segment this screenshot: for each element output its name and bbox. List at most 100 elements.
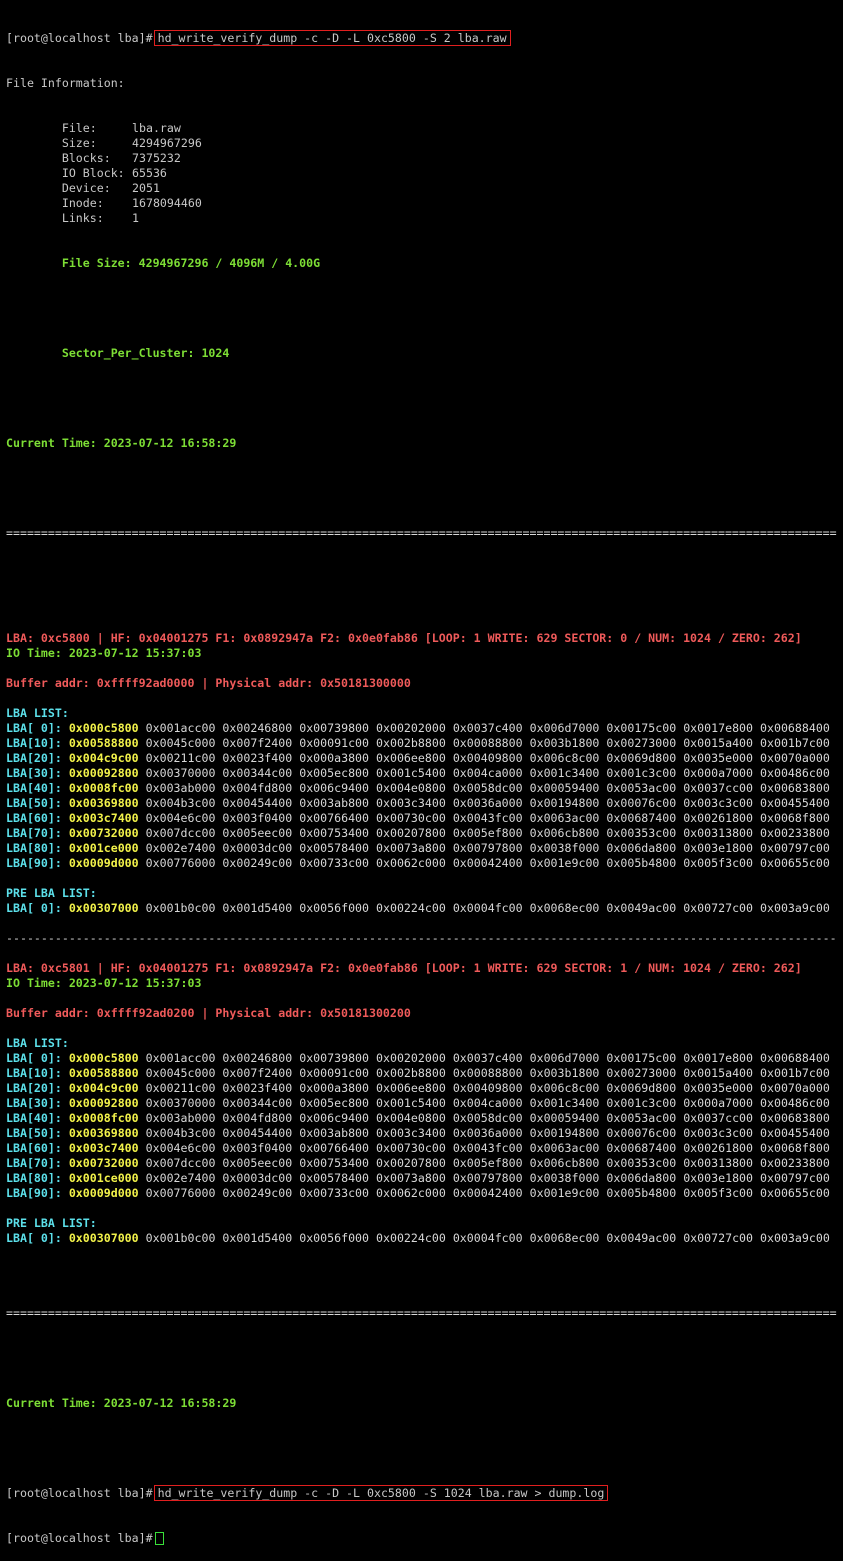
file-size-line: File Size: 4294967296 / 4096M / 4.00G <box>6 256 321 270</box>
lba-value: 0x006da800 <box>606 1171 677 1185</box>
lba-value: 0x0038f000 <box>529 1171 600 1185</box>
lba-value: 0x002b8800 <box>376 1066 446 1080</box>
lba-value: 0x001c3c00 <box>606 766 677 780</box>
lba-row: LBA[60]: 0x003c7400 0x004e6c00 0x003f040… <box>6 811 843 826</box>
lba-value: 0x0056f000 <box>299 1231 370 1245</box>
lba-value: 0x006c9400 <box>299 1111 370 1125</box>
lba-value: 0x00059400 <box>529 781 600 795</box>
lba-value: 0x001e9c00 <box>529 1186 600 1200</box>
lba-value: 0x0015a400 <box>683 736 754 750</box>
lba-row-label: LBA[ 0]: <box>6 1051 62 1065</box>
lba-value: 0x00091c00 <box>299 736 370 750</box>
lba-value: 0x00733c00 <box>299 856 370 870</box>
lba-value: 0x00233800 <box>760 1156 830 1170</box>
file-info-row: Size: 4294967296 <box>6 136 843 151</box>
lba-row: LBA[70]: 0x00732000 0x007dcc00 0x005eec0… <box>6 826 843 841</box>
lba-value: 0x001ce000 <box>68 841 139 855</box>
lba-value: 0x003b1800 <box>529 736 600 750</box>
lba-value: 0x0017e800 <box>683 1051 754 1065</box>
lba-value: 0x0049ac00 <box>606 901 677 915</box>
lba-value: 0x00088800 <box>452 1066 523 1080</box>
lba-value: 0x00683800 <box>760 781 830 795</box>
lba-value: 0x0043fc00 <box>452 1141 523 1155</box>
lba-value: 0x003ab000 <box>145 1111 216 1125</box>
lba-value: 0x0037c400 <box>452 1051 523 1065</box>
command-line-3: [root@localhost lba]# <box>6 1531 843 1546</box>
lba-value: 0x00766400 <box>299 811 370 825</box>
sector-per-cluster-line: Sector_Per_Cluster: 1024 <box>6 346 230 360</box>
lba-value: 0x0073a800 <box>376 1171 446 1185</box>
lba-value: 0x001c3c00 <box>606 1096 677 1110</box>
lba-value: 0x00211c00 <box>145 1081 216 1095</box>
lba-value: 0x00687400 <box>606 811 677 825</box>
lba-value: 0x000a3800 <box>299 751 370 765</box>
lba-value: 0x00175c00 <box>606 721 677 735</box>
lba-value: 0x004e6c00 <box>145 1141 216 1155</box>
lba-value: 0x00091c00 <box>299 1066 370 1080</box>
lba-value: 0x00688400 <box>760 1051 830 1065</box>
lba-value: 0x00733c00 <box>299 1186 370 1200</box>
lba-value: 0x000a3800 <box>299 1081 370 1095</box>
lba-value: 0x002b8800 <box>376 736 446 750</box>
lba-value: 0x006c8c00 <box>529 1081 600 1095</box>
file-info-list: File: lba.raw Size: 4294967296 Blocks: 7375… <box>6 121 843 226</box>
lba-value: 0x00369800 <box>68 1126 139 1140</box>
lba-value: 0x0023f400 <box>222 1081 293 1095</box>
lba-row-label: LBA[40]: <box>6 781 62 795</box>
lba-value: 0x003c7400 <box>68 811 139 825</box>
lba-value: 0x004c9c00 <box>68 1081 139 1095</box>
lba-value: 0x00224c00 <box>376 1231 446 1245</box>
command-text-highlighted[interactable]: hd_write_verify_dump -c -D -L 0xc5800 -S… <box>153 1485 609 1501</box>
lba-row-label: LBA[20]: <box>6 1081 62 1095</box>
lba-value: 0x0053ac00 <box>606 781 677 795</box>
lba-row-label: LBA[90]: <box>6 1186 62 1200</box>
current-time-line-end: Current Time: 2023-07-12 16:58:29 <box>6 1396 237 1410</box>
lba-row: LBA[80]: 0x001ce000 0x002e7400 0x0003dc0… <box>6 1171 843 1186</box>
lba-value: 0x00307000 <box>68 901 139 915</box>
lba-value: 0x004c9c00 <box>68 751 139 765</box>
lba-value: 0x00655c00 <box>760 856 830 870</box>
lba-row: LBA[10]: 0x00588800 0x0045c000 0x007f240… <box>6 1066 843 1081</box>
lba-value: 0x0017e800 <box>683 721 754 735</box>
lba-value: 0x0069d800 <box>606 751 677 765</box>
lba-value: 0x006d7000 <box>529 721 600 735</box>
lba-value: 0x005b4800 <box>606 856 677 870</box>
lba-row-label: LBA[20]: <box>6 751 62 765</box>
lba-value: 0x0008fc00 <box>68 1111 139 1125</box>
lba-value: 0x0003dc00 <box>222 841 293 855</box>
lba-value: 0x00732000 <box>68 826 139 840</box>
lba-value: 0x00776000 <box>145 1186 216 1200</box>
file-info-label: IO Block: <box>6 166 125 180</box>
lba-value: 0x005ef800 <box>452 1156 523 1170</box>
lba-value: 0x00578400 <box>299 841 370 855</box>
command-text-highlighted[interactable]: hd_write_verify_dump -c -D -L 0xc5800 -S… <box>153 30 511 46</box>
lba-value: 0x006da800 <box>606 841 677 855</box>
lba-value: 0x0037c400 <box>452 721 523 735</box>
lba-value: 0x00727c00 <box>683 901 754 915</box>
lba-row-label: LBA[10]: <box>6 1066 62 1080</box>
lba-value: 0x0069d800 <box>606 1081 677 1095</box>
terminal-window[interactable]: [root@localhost lba]# hd_write_verify_dum… <box>0 0 843 1561</box>
lba-value: 0x0058dc00 <box>452 1111 523 1125</box>
lba-row: LBA[30]: 0x00092800 0x00370000 0x00344c0… <box>6 766 843 781</box>
lba-block: LBA: 0xc5801 | HF: 0x04001275 F1: 0x0892… <box>6 961 843 1261</box>
lba-value: 0x0045c000 <box>145 736 216 750</box>
lba-value: 0x00076c00 <box>606 796 677 810</box>
lba-value: 0x00797c00 <box>760 841 830 855</box>
lba-value: 0x004e6c00 <box>145 811 216 825</box>
lba-value: 0x005eec00 <box>222 826 293 840</box>
lba-value: 0x00455400 <box>760 796 830 810</box>
lba-value: 0x0023f400 <box>222 751 293 765</box>
io-time-line: IO Time: 2023-07-12 15:37:03 <box>6 646 202 660</box>
lba-row-label: LBA[30]: <box>6 1096 62 1110</box>
lba-value: 0x0036a000 <box>452 1126 523 1140</box>
lba-value: 0x00273000 <box>606 736 677 750</box>
lba-blocks: LBA: 0xc5800 | HF: 0x04001275 F1: 0x0892… <box>6 631 843 1261</box>
lba-value: 0x003b1800 <box>529 1066 600 1080</box>
lba-value: 0x00766400 <box>299 1141 370 1155</box>
lba-value: 0x00454400 <box>222 1126 293 1140</box>
text-cursor[interactable] <box>154 1532 164 1545</box>
